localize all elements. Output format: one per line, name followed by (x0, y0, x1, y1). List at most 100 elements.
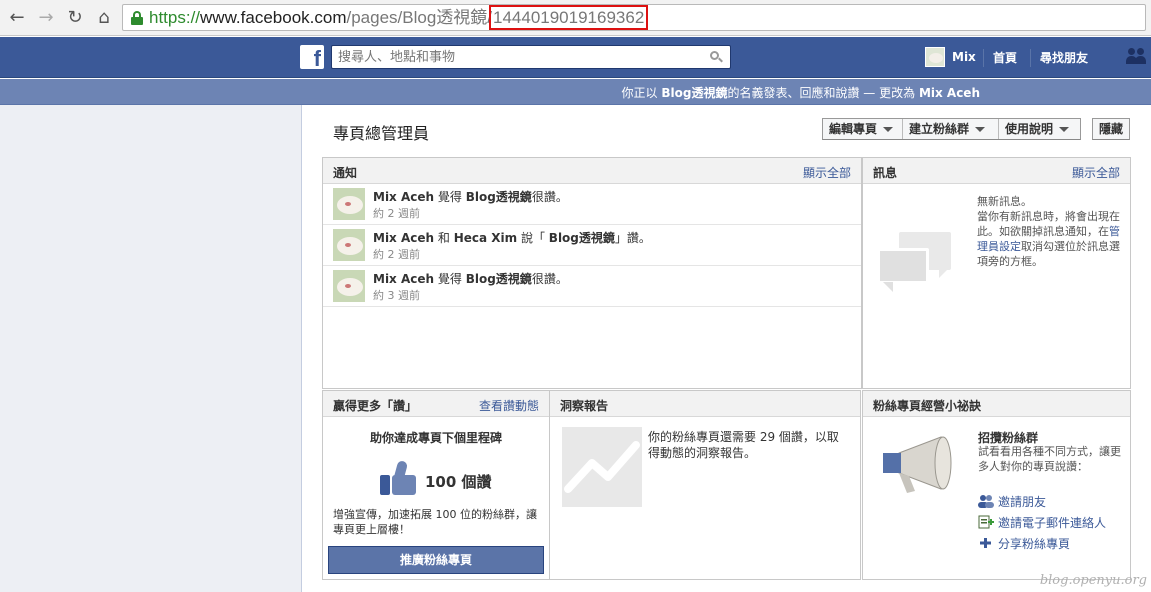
notification-actor-2[interactable]: Heca Xim (454, 231, 517, 245)
browser-toolbar: ← → ↻ ⌂ https://www.facebook.com/pages/B… (0, 0, 1151, 36)
search-box[interactable] (331, 45, 731, 69)
likes-title: 贏得更多「讚」 (333, 399, 418, 413)
share-page-label: 分享粉絲專頁 (998, 537, 1071, 551)
notification-suffix: 」讚。 (614, 231, 651, 245)
notification-text: Mix Aceh 和 Heca Xim 說「 Blog透視鏡」讚。 (373, 229, 651, 246)
notification-item[interactable]: Mix Aceh 覺得 Blog透視鏡很讚。 約 2 週前 (323, 184, 861, 225)
reload-icon[interactable]: ↻ (63, 6, 87, 30)
notification-target[interactable]: Blog透視鏡 (549, 231, 615, 245)
notification-actor[interactable]: Mix Aceh (373, 190, 434, 204)
help-button[interactable]: 使用說明 (999, 119, 1075, 139)
notifications-box: 通知 顯示全部 Mix Aceh 覺得 Blog透視鏡很讚。 約 2 週前 Mi… (322, 157, 862, 389)
forward-arrow-icon[interactable]: → (34, 6, 58, 30)
back-arrow-icon[interactable]: ← (5, 6, 29, 30)
notification-time: 約 2 週前 (373, 248, 420, 261)
notification-item[interactable]: Mix Aceh 覺得 Blog透視鏡很讚。 約 3 週前 (323, 266, 861, 307)
notification-time: 約 2 週前 (373, 207, 420, 220)
messages-header: 訊息 顯示全部 (863, 158, 1130, 184)
notification-actor[interactable]: Mix Aceh (373, 231, 434, 245)
search-input[interactable] (338, 48, 698, 66)
notification-suffix: 很讚。 (531, 190, 568, 204)
avatar[interactable] (333, 188, 365, 220)
hide-label: 隱藏 (1099, 122, 1124, 136)
notification-target[interactable]: Blog透視鏡 (466, 272, 532, 286)
megaphone-icon (879, 431, 963, 501)
insights-graph-icon (562, 427, 642, 507)
address-book-icon (978, 515, 994, 529)
page-title: 專頁總管理員 (333, 124, 430, 143)
messages-desc-part-1: 當你有新訊息時，將會出現在此。如欲關掉訊息通知，在 (977, 210, 1120, 238)
view-likes-link[interactable]: 查看讚動態 (479, 397, 539, 414)
url-host: www.facebook.com (200, 8, 347, 27)
notification-verb-2: 說「 (517, 231, 549, 245)
thumbs-up-icon (380, 460, 420, 497)
tips-box: 粉絲專頁經營小祕訣 招攬粉絲群 試看看用各種不同方式，讓更多人對你的專頁說讚： … (862, 390, 1131, 580)
messages-see-all-link[interactable]: 顯示全部 (1072, 164, 1120, 181)
notification-text: Mix Aceh 覺得 Blog透視鏡很讚。 (373, 188, 568, 205)
invite-email-contacts-link[interactable]: 邀請電子郵件連絡人 (978, 514, 1106, 530)
notification-verb: 覺得 (434, 272, 466, 286)
chevron-down-icon (883, 127, 894, 132)
insights-text: 你的粉絲專頁還需要 29 個讚，以取得動態的洞察報告。 (648, 430, 839, 460)
notification-text: Mix Aceh 覺得 Blog透視鏡很讚。 (373, 270, 568, 287)
address-bar[interactable]: https://www.facebook.com/pages/Blog透視鏡/1… (122, 4, 1146, 31)
notifications-header: 通知 顯示全部 (323, 158, 861, 184)
likes-description: 增強宣傳，加速拓展 100 位的粉絲群，讓專頁更上層樓！ (333, 508, 537, 536)
search-icon[interactable] (710, 51, 723, 63)
watermark: blog.openyu.org (1039, 573, 1147, 588)
notification-actor[interactable]: Mix Aceh (373, 272, 434, 286)
acting-page-name[interactable]: Blog透視鏡 (661, 86, 727, 100)
notification-verb: 覺得 (434, 190, 466, 204)
notification-time: 約 3 週前 (373, 289, 420, 302)
promote-page-button[interactable]: 推廣粉絲專頁 (328, 546, 544, 574)
notification-item[interactable]: Mix Aceh 和 Heca Xim 說「 Blog透視鏡」讚。 約 2 週前 (323, 225, 861, 266)
build-audience-button[interactable]: 建立粉絲群 (903, 119, 991, 139)
user-profile-link[interactable]: Mix (925, 46, 976, 68)
get-more-likes-box: 贏得更多「讚」 查看讚動態 助你達成專頁下個里程碑 100 個讚 增強宣傳，加速… (322, 390, 550, 580)
messages-empty-text: 無新訊息。 當你有新訊息時，將會出現在此。如欲關掉訊息通知，在管理員設定取消勾選… (977, 194, 1127, 269)
nav-divider (1030, 49, 1031, 67)
url-scheme: https:// (149, 8, 201, 27)
no-new-messages: 無新訊息。 (977, 195, 1032, 208)
tips-header: 粉絲專頁經營小祕訣 (863, 391, 1130, 417)
share-page-link[interactable]: 分享粉絲專頁 (978, 535, 1070, 551)
insights-header: 洞察報告 (550, 391, 860, 417)
notification-suffix: 很讚。 (531, 272, 568, 286)
lock-icon (131, 11, 143, 25)
invite-friends-link[interactable]: 邀請朋友 (978, 493, 1046, 509)
insights-title: 洞察報告 (560, 399, 609, 413)
facebook-logo-icon[interactable]: f (300, 45, 324, 71)
logo-letter: f (313, 46, 321, 71)
acting-middle: 的名義發表、回應和說讚 — 更改為 (727, 86, 919, 100)
avatar[interactable] (333, 229, 365, 261)
avatar[interactable] (333, 270, 365, 302)
tips-description: 試看看用各種不同方式，讓更多人對你的專頁說讚： (978, 445, 1121, 473)
friends-icon (978, 494, 994, 508)
acting-as-text: 你正以 Blog透視鏡的名義發表、回應和說讚 — 更改為 Mix Aceh (622, 84, 980, 101)
avatar[interactable] (925, 47, 945, 67)
url-page-id: 144401901916936​2 (488, 5, 649, 30)
notifications-title: 通知 (333, 166, 358, 180)
friend-requests-icon[interactable] (1126, 48, 1146, 66)
notifications-see-all-link[interactable]: 顯示全部 (803, 164, 851, 181)
invite-email-label: 邀請電子郵件連絡人 (998, 516, 1107, 530)
messages-description: 當你有新訊息時，將會出現在此。如欲關掉訊息通知，在管理員設定取消勾選位於訊息選項… (977, 209, 1127, 269)
hide-button[interactable]: 隱藏 (1092, 118, 1130, 140)
chevron-down-icon (1059, 127, 1070, 132)
edit-page-button[interactable]: 編輯專頁 (823, 119, 899, 139)
help-label: 使用說明 (1005, 122, 1054, 136)
user-name[interactable]: Mix (952, 50, 976, 64)
find-friends-link[interactable]: 尋找朋友 (1040, 49, 1088, 66)
url-text[interactable]: https://www.facebook.com/pages/Blog透視鏡/1… (149, 5, 649, 30)
notification-target[interactable]: Blog透視鏡 (466, 190, 532, 204)
edit-page-label: 編輯專頁 (829, 122, 878, 136)
acting-as-bar: 你正以 Blog透視鏡的名義發表、回應和說讚 — 更改為 Mix Aceh (0, 79, 1151, 105)
acting-prefix: 你正以 (621, 86, 662, 100)
fb-top-bar: f Mix 首頁 尋找朋友 (0, 37, 1151, 78)
left-sidebar (0, 105, 302, 592)
chevron-down-icon (975, 127, 986, 132)
tips-title: 粉絲專頁經營小祕訣 (873, 399, 982, 413)
home-icon[interactable]: ⌂ (92, 6, 116, 30)
home-link[interactable]: 首頁 (993, 49, 1017, 66)
switch-to-person-link[interactable]: Mix Aceh (919, 86, 980, 100)
